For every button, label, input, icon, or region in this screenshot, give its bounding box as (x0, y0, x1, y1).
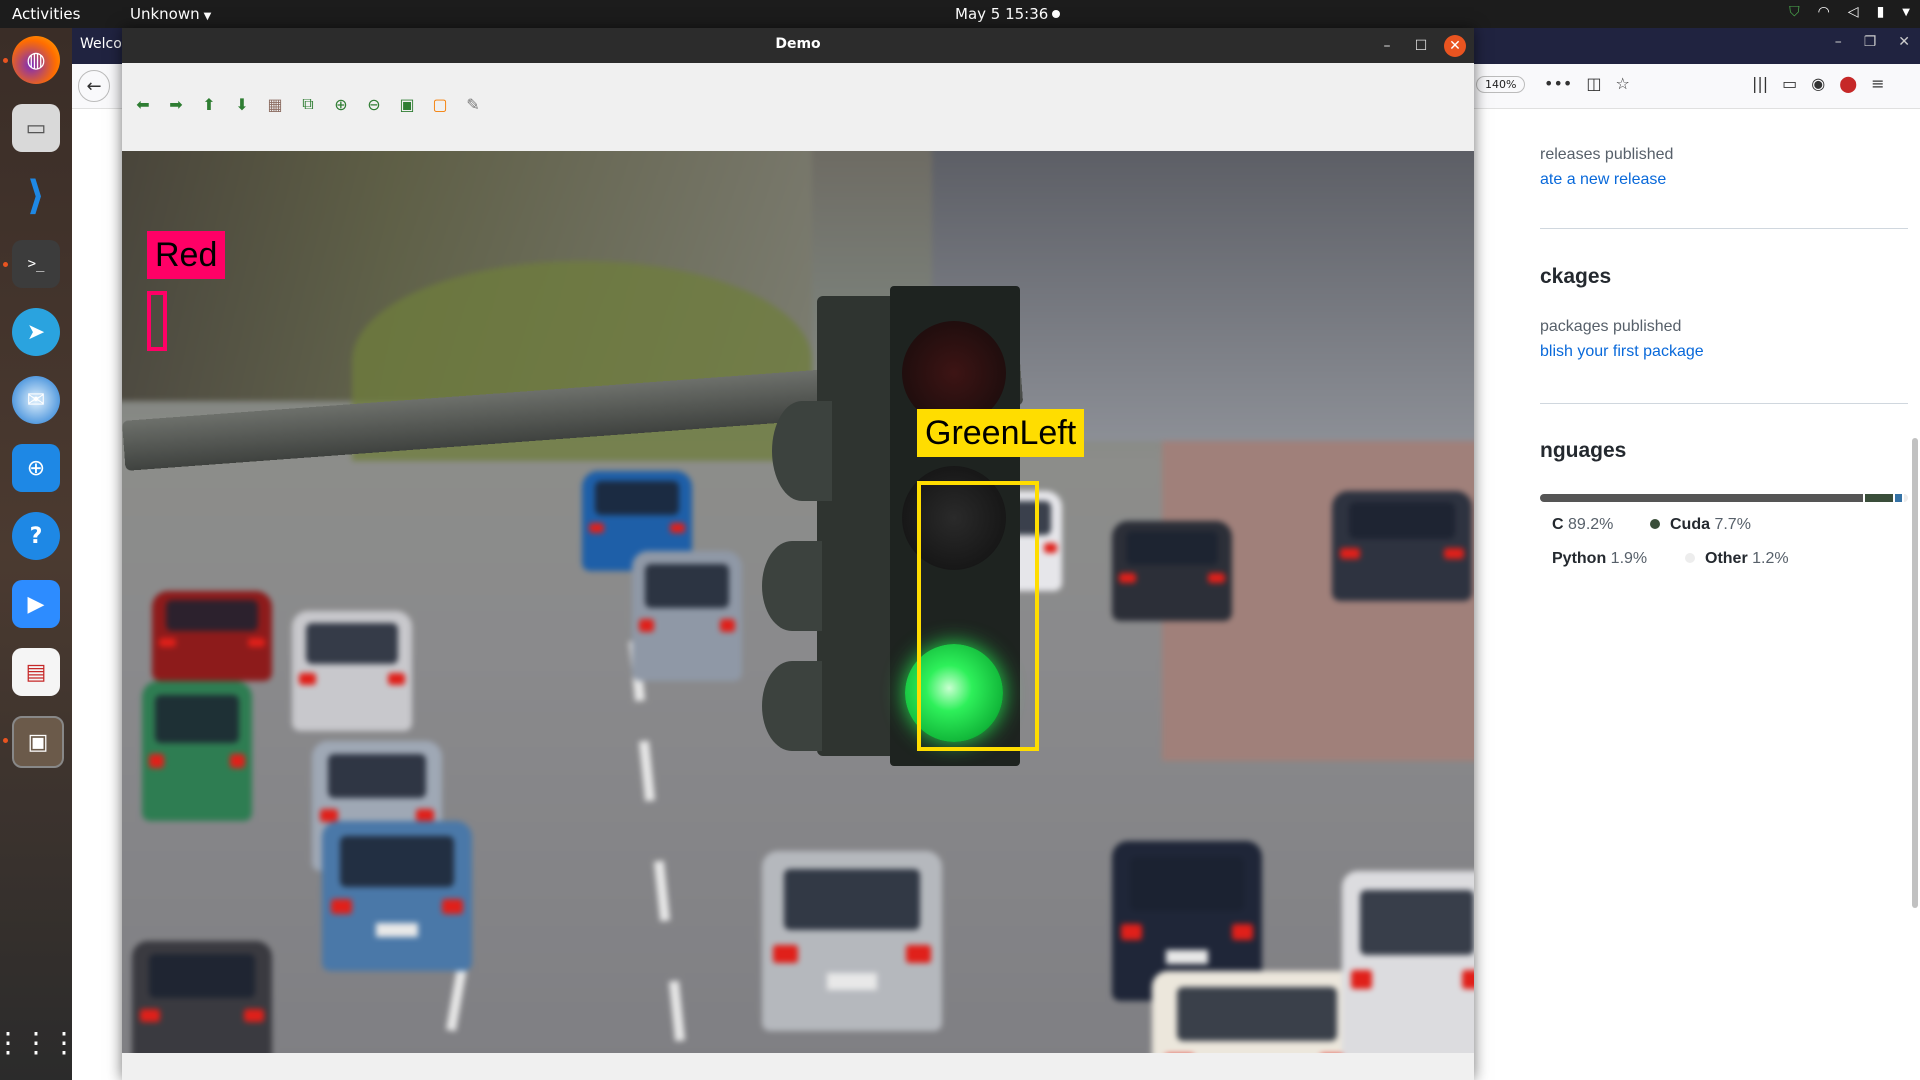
traffic-light-hood (762, 541, 822, 631)
clock[interactable]: May 5 15:36 (955, 5, 1048, 23)
terminal-icon[interactable]: >_ (12, 240, 60, 288)
image-icon[interactable]: ▦ (264, 93, 286, 115)
detection-label-greenleft: GreenLeft (917, 409, 1085, 457)
create-release-link[interactable]: ate a new release (1540, 171, 1666, 189)
close-icon[interactable]: ✕ (1444, 35, 1466, 57)
zoom-in-icon[interactable]: ⊕ (330, 93, 352, 115)
scrollbar[interactable] (1912, 438, 1918, 908)
app-menu-label: Unknown (130, 5, 200, 23)
minimize-icon[interactable]: – (1376, 35, 1398, 57)
battery-icon[interactable]: ▮ (1877, 4, 1885, 20)
language-item[interactable]: Cuda 7.7% (1650, 516, 1751, 534)
detection-box-red[interactable] (147, 291, 167, 351)
detection-label-red: Red (147, 231, 226, 279)
language-bar-segment (1903, 494, 1908, 502)
status-bar (122, 1053, 1474, 1080)
zoom-level[interactable]: 140% (1476, 76, 1526, 93)
language-bar-segment (1864, 494, 1893, 502)
arrow-up-icon[interactable]: ⬆ (198, 93, 220, 115)
more-icon[interactable]: ••• (1544, 74, 1572, 93)
fit-icon[interactable]: ⧉ (297, 93, 319, 115)
image-canvas[interactable]: Red GreenLeft (122, 151, 1474, 1053)
publish-package-link[interactable]: blish your first package (1540, 343, 1704, 361)
traffic-light-hood (762, 661, 822, 751)
chevron-down-icon[interactable]: ▼ (1902, 7, 1910, 18)
arrow-right-icon[interactable]: ➡ (165, 93, 187, 115)
star-icon[interactable]: ☆ (1615, 74, 1629, 93)
settings-icon[interactable]: ✎ (462, 93, 484, 115)
browser-tab[interactable]: Welco (80, 36, 122, 52)
sidebar-icon[interactable]: ▭ (1782, 74, 1797, 93)
menu-icon[interactable]: ≡ (1871, 74, 1884, 93)
shield-icon[interactable]: ⛉ (1789, 4, 1800, 20)
language-item[interactable]: Other 1.2% (1685, 550, 1789, 568)
arrow-down-icon[interactable]: ⬇ (231, 93, 253, 115)
language-bar-segment (1894, 494, 1902, 502)
packages-heading: ckages (1540, 265, 1612, 288)
system-tray[interactable]: ⛉ ◠ ◁ ▮ ▼ (1789, 4, 1910, 20)
demo-title-bar[interactable]: Demo – ☐ ✕ (122, 28, 1474, 63)
minimize-icon[interactable]: – (1835, 34, 1842, 50)
arrow-left-icon[interactable]: ⬅ (132, 93, 154, 115)
thunderbird-icon[interactable]: ✉ (12, 376, 60, 424)
app-menu[interactable]: Unknown ▼ (130, 5, 211, 23)
language-item[interactable]: C 89.2% (1552, 516, 1613, 534)
language-bar (1540, 494, 1908, 502)
wifi-icon[interactable]: ◠ (1818, 4, 1830, 20)
image-viewer-icon[interactable]: ▣ (12, 716, 64, 768)
maximize-icon[interactable]: ☐ (1410, 35, 1432, 57)
zoom-icon[interactable]: ▶ (12, 580, 60, 628)
volume-icon[interactable]: ◁ (1848, 4, 1859, 20)
account-icon[interactable]: ◉ (1811, 74, 1825, 93)
adblock-icon[interactable]: ⬤ (1839, 74, 1857, 93)
activities-button[interactable]: Activities (12, 5, 80, 23)
close-icon[interactable]: ✕ (1898, 34, 1910, 50)
telegram-icon[interactable]: ➤ (12, 308, 60, 356)
grid-icon[interactable]: ⋮⋮⋮ (0, 1018, 78, 1066)
firefox-icon[interactable]: ◍ (12, 36, 60, 84)
arrow-left-icon: ← (86, 75, 102, 97)
help-icon[interactable]: ? (12, 512, 60, 560)
notification-dot (1052, 10, 1060, 18)
language-item[interactable]: Python 1.9% (1552, 550, 1647, 568)
top-bar: Activities Unknown ▼ May 5 15:36 ⛉ ◠ ◁ ▮ … (0, 0, 1920, 28)
copy-icon[interactable]: ▢ (429, 93, 451, 115)
releases-text: releases published (1540, 146, 1674, 163)
vscode-icon[interactable]: ⟩ (12, 172, 60, 220)
demo-window: Demo – ☐ ✕ ⬅ ➡ ⬆ ⬇ ▦ ⧉ ⊕ ⊖ ▣ ▢ ✎ Red Gre… (122, 28, 1474, 1080)
language-bar-segment (1540, 494, 1863, 502)
window-title: Demo (775, 36, 821, 52)
traffic-light-hood (772, 401, 832, 501)
dock: ◍ ▭ ⟩ >_ ➤ ✉ ⊕ ? ▶ ▤ ▣ ⋮⋮⋮ (0, 28, 78, 1080)
software-icon[interactable]: ⊕ (12, 444, 60, 492)
image-toolbar: ⬅ ➡ ⬆ ⬇ ▦ ⧉ ⊕ ⊖ ▣ ▢ ✎ (122, 63, 1474, 151)
zoom-out-icon[interactable]: ⊖ (363, 93, 385, 115)
detection-box-greenleft[interactable] (917, 481, 1039, 751)
files-icon[interactable]: ▭ (12, 104, 60, 152)
languages-heading: nguages (1540, 439, 1627, 462)
save-icon[interactable]: ▣ (396, 93, 418, 115)
packages-text: packages published (1540, 318, 1682, 335)
pocket-icon[interactable]: ◫ (1586, 74, 1601, 93)
chevron-down-icon: ▼ (203, 11, 212, 22)
library-icon[interactable]: ||| (1752, 74, 1768, 93)
back-button[interactable]: ← (78, 70, 110, 102)
reader-icon[interactable]: ▤ (12, 648, 60, 696)
restore-icon[interactable]: ❐ (1864, 34, 1877, 50)
